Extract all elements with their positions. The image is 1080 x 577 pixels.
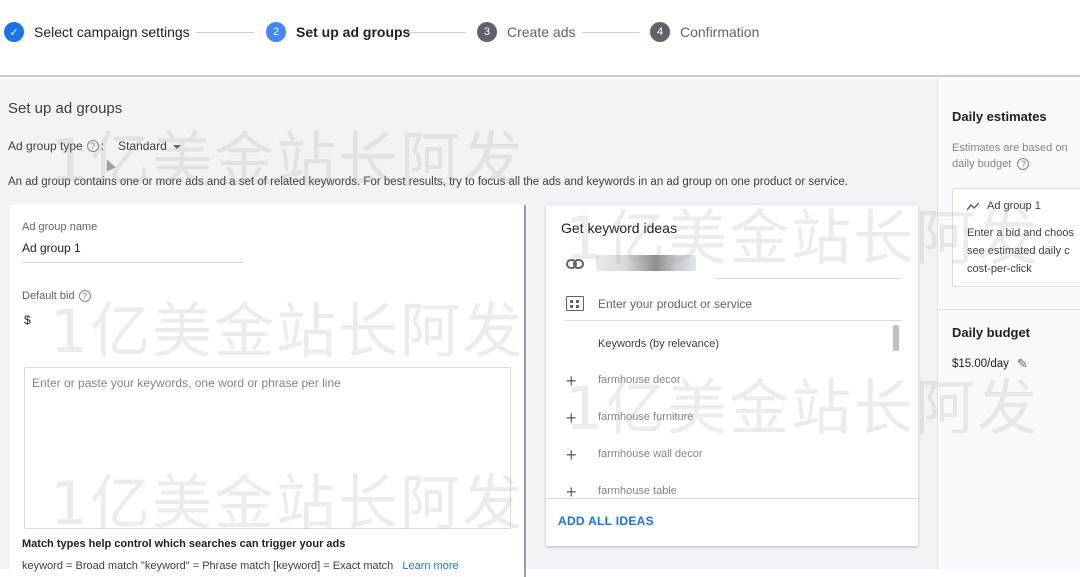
trending-icon [967, 201, 979, 210]
ad-group-name-label: Ad group name [22, 221, 98, 233]
daily-estimates-title: Daily estimates [952, 109, 1047, 124]
blurred-url [596, 255, 696, 271]
step-label: Select campaign settings [34, 24, 190, 40]
help-icon[interactable]: ? [86, 140, 99, 152]
building-icon [566, 296, 584, 311]
check-icon: ✓ [4, 22, 24, 42]
estimate-ad-group-row: Ad group 1 [967, 200, 1041, 212]
estimates-note-line1: Estimates are based on [952, 142, 1068, 154]
keywords-placeholder: Enter or paste your keywords, one word o… [32, 376, 341, 390]
divider [938, 309, 1080, 310]
ad-group-name-input[interactable]: Ad group 1 [22, 241, 81, 255]
ad-group-description: An ad group contains one or more ads and… [8, 176, 848, 188]
ad-group-type-select[interactable]: Standard [118, 139, 181, 153]
step-connector [582, 32, 640, 33]
step-label: Set up ad groups [296, 24, 411, 40]
list-item[interactable]: + farmhouse wall decor [562, 443, 892, 480]
keyword-ideas-footer: ADD ALL IDEAS [546, 498, 918, 546]
keyword-text: farmhouse furniture [598, 411, 694, 423]
estimate-line: Enter a bid and choos [967, 227, 1075, 239]
keywords-textarea[interactable]: Enter or paste your keywords, one word o… [24, 367, 511, 529]
ad-group-estimate-card: Ad group 1 Enter a bid and choos see est… [952, 188, 1080, 287]
ad-group-type-label: Ad group type [8, 139, 83, 153]
website-url-field[interactable] [564, 253, 902, 279]
ad-group-type-value: Standard [118, 139, 167, 153]
ad-group-card: Ad group name Ad group 1 Default bid ? $… [10, 205, 526, 577]
step-connector [408, 32, 466, 33]
keyword-ideas-title: Get keyword ideas [561, 220, 677, 236]
step-number: 2 [266, 22, 286, 42]
daily-budget-title: Daily budget [952, 325, 1031, 340]
daily-budget-row: $15.00/day ✎ [952, 356, 1028, 372]
help-icon[interactable]: ? [1017, 158, 1030, 170]
step-set-up-ad-groups[interactable]: 2 Set up ad groups [266, 22, 410, 42]
step-label: Confirmation [680, 24, 760, 40]
default-bid-input[interactable]: $ [24, 313, 31, 327]
default-bid-label-row: Default bid ? [22, 290, 91, 302]
step-label: Create ads [507, 24, 576, 40]
daily-budget-value: $15.00/day [952, 358, 1009, 370]
scrollbar[interactable] [893, 325, 899, 351]
default-bid-label: Default bid [22, 290, 75, 302]
step-create-ads[interactable]: 3 Create ads [477, 22, 575, 42]
match-types-title: Match types help control which searches … [22, 538, 346, 550]
stepper: ✓ Select campaign settings 2 Set up ad g… [0, 0, 1080, 77]
step-connector [196, 32, 254, 33]
keyword-text: farmhouse table [598, 485, 677, 497]
estimates-note-line2: daily budget [952, 158, 1012, 170]
main-content: Set up ad groups Ad group type ? : Stand… [0, 79, 937, 577]
keyword-text: farmhouse decor [598, 374, 681, 386]
list-item[interactable]: + farmhouse furniture [562, 406, 892, 443]
keyword-ideas-list: + farmhouse decor + farmhouse furniture … [562, 369, 892, 517]
keyword-text: farmhouse wall decor [598, 448, 703, 460]
keywords-header: Keywords (by relevance) [598, 338, 720, 350]
step-number: 4 [650, 22, 670, 42]
match-types-description: keyword = Broad match "keyword" = Phrase… [22, 560, 459, 572]
daily-estimates-panel: Daily estimates Estimates are based on d… [937, 79, 1080, 569]
match-types-text: keyword = Broad match "keyword" = Phrase… [22, 560, 394, 572]
help-icon[interactable]: ? [78, 290, 91, 302]
keyword-ideas-card: Get keyword ideas Enter your product or … [546, 205, 918, 546]
estimate-line: cost-per-click [967, 263, 1032, 275]
learn-more-link[interactable]: Learn more [402, 560, 458, 572]
add-icon[interactable]: + [566, 409, 577, 427]
link-icon [566, 259, 584, 269]
add-icon[interactable]: + [566, 372, 577, 390]
ad-group-name-underline [22, 262, 244, 263]
estimates-note-line2-row: daily budget ? [952, 156, 1080, 172]
page-title: Set up ad groups [8, 100, 123, 117]
step-number: 3 [477, 22, 497, 42]
list-item[interactable]: + farmhouse decor [562, 369, 892, 406]
product-service-placeholder: Enter your product or service [598, 297, 753, 311]
step-select-campaign-settings[interactable]: ✓ Select campaign settings [4, 22, 190, 42]
add-all-ideas-button[interactable]: ADD ALL IDEAS [558, 514, 654, 528]
ad-group-type-row: Ad group type ? : Standard [8, 139, 181, 153]
ad-group-type-colon: : [100, 139, 105, 153]
product-service-field[interactable]: Enter your product or service [564, 293, 902, 321]
estimate-line: see estimated daily c [967, 245, 1070, 257]
estimate-ad-group-name: Ad group 1 [987, 200, 1041, 212]
url-underline [714, 278, 902, 279]
edit-pencil-icon[interactable]: ✎ [1017, 356, 1028, 372]
add-icon[interactable]: + [566, 446, 577, 464]
step-confirmation[interactable]: 4 Confirmation [650, 22, 759, 42]
estimate-instructions: Enter a bid and choos see estimated dail… [967, 224, 1074, 278]
estimates-note: Estimates are based on daily budget ? [952, 140, 1080, 172]
chevron-down-icon [172, 144, 181, 149]
mouse-cursor-icon [102, 157, 116, 172]
